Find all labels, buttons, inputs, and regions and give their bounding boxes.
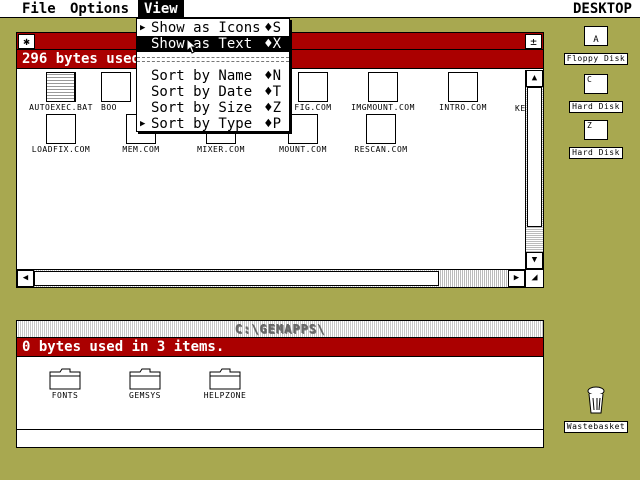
arrow-down-icon[interactable]: ▼ bbox=[526, 252, 543, 269]
drive-letter: C bbox=[587, 75, 592, 84]
file-label: LOADFIX.COM bbox=[31, 145, 91, 154]
menu-item-sort-by-size[interactable]: Sort by Size ♦Z bbox=[137, 100, 289, 116]
mouse-pointer-icon bbox=[186, 38, 196, 54]
file-label: MOUNT.COM bbox=[279, 145, 327, 154]
menu-item-label: Show as Icons bbox=[151, 20, 261, 36]
file-label: RESCAN.COM bbox=[354, 145, 408, 154]
file-item[interactable]: AUTOEXEC.BAT bbox=[17, 72, 105, 114]
file-label: INTRO.COM bbox=[439, 103, 487, 112]
hard-disk-icon: Z bbox=[584, 120, 608, 140]
file-label: MIXER.COM bbox=[197, 145, 245, 154]
folder-icon bbox=[209, 368, 241, 390]
menu-bar: File Options View DESKTOP bbox=[0, 0, 640, 18]
file-label: BOO bbox=[101, 103, 117, 112]
menu-file-label: File bbox=[22, 1, 56, 17]
file-item[interactable]: KE bbox=[515, 72, 525, 115]
folder-label: HELPZONE bbox=[203, 391, 247, 400]
folder-label: GEMSYS bbox=[129, 391, 161, 400]
drive-letter: A bbox=[593, 35, 599, 45]
window-title: C:\GEMAPPS\ bbox=[234, 322, 326, 336]
file-label: AUTOEXEC.BAT bbox=[29, 103, 93, 112]
folder-item[interactable]: FONTS bbox=[21, 368, 109, 402]
arrow-right-icon[interactable]: ▶ bbox=[508, 270, 525, 287]
horizontal-scroll-thumb[interactable] bbox=[34, 271, 439, 286]
check-mark-icon: ▶ bbox=[140, 23, 146, 33]
menu-item-label: Sort by Size bbox=[151, 100, 253, 116]
arrow-left-icon[interactable]: ◀ bbox=[17, 270, 34, 287]
menu-options[interactable]: Options bbox=[64, 0, 135, 18]
file-label: MEM.COM bbox=[122, 145, 160, 154]
menu-item-sort-by-date[interactable]: Sort by Date ♦T bbox=[137, 84, 289, 100]
program-icon bbox=[46, 114, 76, 144]
file-item[interactable]: INTRO.COM bbox=[419, 72, 507, 114]
menu-separator bbox=[137, 61, 289, 62]
desktop-label: DESKTOP bbox=[572, 1, 632, 17]
arrow-up-icon[interactable]: ▲ bbox=[526, 70, 543, 87]
horizontal-scrollbar[interactable]: ◀ ▶ bbox=[17, 269, 525, 287]
document-icon bbox=[46, 72, 76, 102]
hard-disk-drive-c[interactable]: C Hard Disk bbox=[560, 74, 632, 113]
desktop-icon-label: Hard Disk bbox=[569, 101, 623, 113]
file-label: KE bbox=[515, 104, 525, 113]
file-label: IMGMOUNT.COM bbox=[351, 103, 415, 112]
window-info-line: 0 bytes used in 3 items. bbox=[17, 338, 543, 357]
program-icon bbox=[366, 114, 396, 144]
menu-item-label: Sort by Date bbox=[151, 84, 253, 100]
file-item[interactable]: LOADFIX.COM bbox=[17, 114, 105, 156]
check-mark-icon: ▶ bbox=[140, 119, 146, 129]
drive-letter: Z bbox=[587, 121, 592, 130]
menu-item-shortcut: ♦N bbox=[264, 68, 281, 84]
view-menu-dropdown: ▶ Show as Icons ♦S Show as Text ♦X Sort … bbox=[136, 18, 290, 132]
desktop-icon-label: Hard Disk bbox=[569, 147, 623, 159]
horizontal-scrollbar bbox=[17, 429, 543, 447]
program-icon bbox=[368, 72, 398, 102]
vertical-scroll-thumb[interactable] bbox=[527, 87, 542, 227]
floppy-disk-icon: A bbox=[584, 26, 608, 46]
menu-item-shortcut: ♦X bbox=[264, 36, 281, 52]
directory-window-gemapps[interactable]: C:\GEMAPPS\ 0 bytes used in 3 items. FON… bbox=[16, 320, 544, 448]
wastebasket[interactable]: Wastebasket bbox=[560, 386, 632, 433]
menu-item-show-as-icons[interactable]: ▶ Show as Icons ♦S bbox=[137, 20, 289, 36]
resize-icon[interactable]: ◢ bbox=[525, 269, 543, 287]
menu-view[interactable]: View bbox=[138, 0, 184, 18]
program-icon bbox=[288, 114, 318, 144]
menu-item-shortcut: ♦T bbox=[264, 84, 281, 100]
vertical-scrollbar[interactable]: ▲ ▼ bbox=[525, 70, 543, 269]
file-item[interactable]: RESCAN.COM bbox=[337, 114, 425, 156]
menu-separator bbox=[137, 57, 289, 58]
folder-item[interactable]: HELPZONE bbox=[181, 368, 269, 402]
file-item[interactable]: BOO bbox=[101, 72, 131, 114]
desktop-icon-label: Wastebasket bbox=[563, 421, 629, 433]
folder-area: FONTS GEMSYS HELPZONE bbox=[17, 358, 543, 429]
hard-disk-drive-z[interactable]: Z Hard Disk bbox=[560, 120, 632, 159]
window-title-bar[interactable]: C:\GEMAPPS\ bbox=[17, 321, 543, 338]
desktop-icon-label: Floppy Disk bbox=[563, 53, 629, 65]
hard-disk-icon: C bbox=[584, 74, 608, 94]
menu-view-label: View bbox=[144, 1, 178, 17]
full-icon[interactable]: ± bbox=[525, 34, 542, 49]
folder-label: FONTS bbox=[51, 391, 79, 400]
program-icon bbox=[448, 72, 478, 102]
folder-icon bbox=[49, 368, 81, 390]
wastebasket-icon bbox=[586, 386, 606, 414]
menu-options-label: Options bbox=[70, 1, 130, 17]
menu-file[interactable]: File bbox=[16, 0, 62, 18]
menu-item-shortcut: ♦Z bbox=[264, 100, 281, 116]
menu-item-label: Sort by Type bbox=[151, 116, 253, 132]
menu-item-sort-by-type[interactable]: ▶ Sort by Type ♦P bbox=[137, 116, 289, 132]
menu-item-label: Sort by Name bbox=[151, 68, 253, 84]
floppy-disk-drive[interactable]: A Floppy Disk bbox=[560, 26, 632, 65]
program-icon bbox=[298, 72, 328, 102]
folder-item[interactable]: GEMSYS bbox=[101, 368, 189, 402]
menu-item-shortcut: ♦S bbox=[264, 20, 281, 36]
menu-item-shortcut: ♦P bbox=[264, 116, 281, 132]
menu-item-sort-by-name[interactable]: Sort by Name ♦N bbox=[137, 68, 289, 84]
folder-icon bbox=[129, 368, 161, 390]
file-item[interactable]: IMGMOUNT.COM bbox=[339, 72, 427, 114]
program-icon bbox=[101, 72, 131, 102]
menu-item-label: Show as Text bbox=[151, 36, 253, 52]
menu-item-show-as-text[interactable]: Show as Text ♦X bbox=[137, 36, 289, 52]
